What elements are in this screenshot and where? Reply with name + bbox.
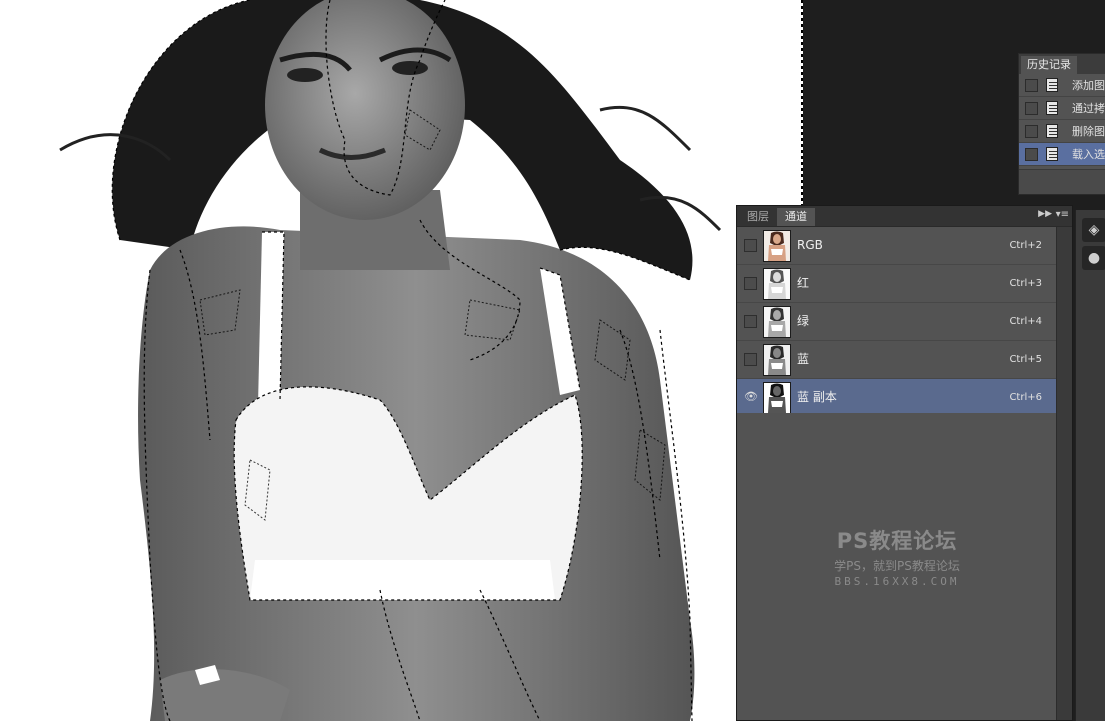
channel-image	[59, 0, 722, 721]
channel-row-red[interactable]: 红 Ctrl+3	[737, 265, 1072, 303]
visibility-toggle[interactable]	[744, 239, 757, 252]
history-item[interactable]: 添加图层蒙版	[1019, 74, 1105, 97]
history-item[interactable]: 删除图层	[1019, 120, 1105, 143]
history-item-label: 载入选区	[1072, 148, 1105, 161]
snapshot-checkbox[interactable]	[1025, 147, 1038, 161]
channel-shortcut: Ctrl+6	[1009, 392, 1042, 403]
panel-menu-icon[interactable]: ▾≡	[1056, 209, 1069, 220]
channels-icon[interactable]: ●	[1082, 246, 1105, 270]
channels-scrollbar[interactable]	[1056, 227, 1072, 720]
history-state-icon	[1046, 101, 1058, 115]
snapshot-checkbox[interactable]	[1025, 101, 1038, 115]
channels-tabbar: 图层 通道 ▶▶ ▾≡	[737, 206, 1072, 227]
watermark-title: PS教程论坛	[836, 529, 958, 553]
channel-thumbnail	[763, 344, 791, 376]
tab-layers[interactable]: 图层	[739, 208, 777, 226]
channel-shortcut: Ctrl+2	[1009, 240, 1042, 251]
layers-icon[interactable]: ◈	[1082, 218, 1105, 242]
eye-icon[interactable]: 👁	[744, 391, 758, 402]
watermark-url: BBS.16XX8.COM	[834, 575, 960, 588]
history-panel: 历史记录 添加图层蒙版 通过拷贝的图层 删除图层 载入选区	[1018, 53, 1105, 195]
visibility-toggle[interactable]	[744, 353, 757, 366]
history-item-label: 通过拷贝的图层	[1072, 102, 1105, 115]
history-item[interactable]: 通过拷贝的图层	[1019, 97, 1105, 120]
channel-name: 蓝	[797, 352, 810, 366]
watermark: PS教程论坛 学PS，就到PS教程论坛 BBS.16XX8.COM	[797, 525, 997, 588]
channel-shortcut: Ctrl+3	[1009, 278, 1042, 289]
channel-name: 红	[797, 276, 810, 290]
tab-history[interactable]: 历史记录	[1021, 56, 1077, 74]
channel-row-blue[interactable]: 蓝 Ctrl+5	[737, 341, 1072, 379]
history-item-selected[interactable]: 载入选区	[1019, 143, 1105, 166]
history-footer	[1019, 169, 1105, 194]
document-canvas[interactable]	[0, 0, 802, 721]
watermark-subtitle: 学PS，就到PS教程论坛	[834, 559, 960, 573]
visibility-toggle[interactable]	[744, 277, 757, 290]
channel-thumbnail	[763, 382, 791, 414]
channel-shortcut: Ctrl+4	[1009, 316, 1042, 327]
channel-shortcut: Ctrl+5	[1009, 354, 1042, 365]
channel-row-green[interactable]: 绿 Ctrl+4	[737, 303, 1072, 341]
channel-name: 蓝 副本	[797, 390, 837, 404]
channel-name: 绿	[797, 314, 810, 328]
channel-thumbnail	[763, 268, 791, 300]
snapshot-checkbox[interactable]	[1025, 124, 1038, 138]
history-state-icon	[1046, 147, 1058, 161]
tab-channels[interactable]: 通道	[777, 208, 815, 226]
history-item-label: 添加图层蒙版	[1072, 79, 1105, 92]
history-state-icon	[1046, 124, 1058, 138]
channel-row-rgb[interactable]: RGB Ctrl+2	[737, 227, 1072, 265]
collapse-panel-icon[interactable]: ▶▶	[1038, 209, 1052, 219]
snapshot-checkbox[interactable]	[1025, 78, 1038, 92]
panel-dock: ◈ ●	[1075, 210, 1105, 721]
visibility-toggle[interactable]	[744, 315, 757, 328]
channel-name: RGB	[797, 238, 823, 252]
history-state-icon	[1046, 78, 1058, 92]
channel-row-blue-copy[interactable]: 👁 蓝 副本 Ctrl+6	[737, 379, 1072, 417]
channels-panel: 图层 通道 ▶▶ ▾≡ RGB Ctrl+2 红 Ctrl+3 绿 Ctrl+4…	[736, 205, 1073, 721]
channel-thumbnail	[763, 230, 791, 262]
history-item-label: 删除图层	[1072, 125, 1105, 138]
history-tabbar: 历史记录	[1019, 54, 1105, 74]
channel-thumbnail	[763, 306, 791, 338]
